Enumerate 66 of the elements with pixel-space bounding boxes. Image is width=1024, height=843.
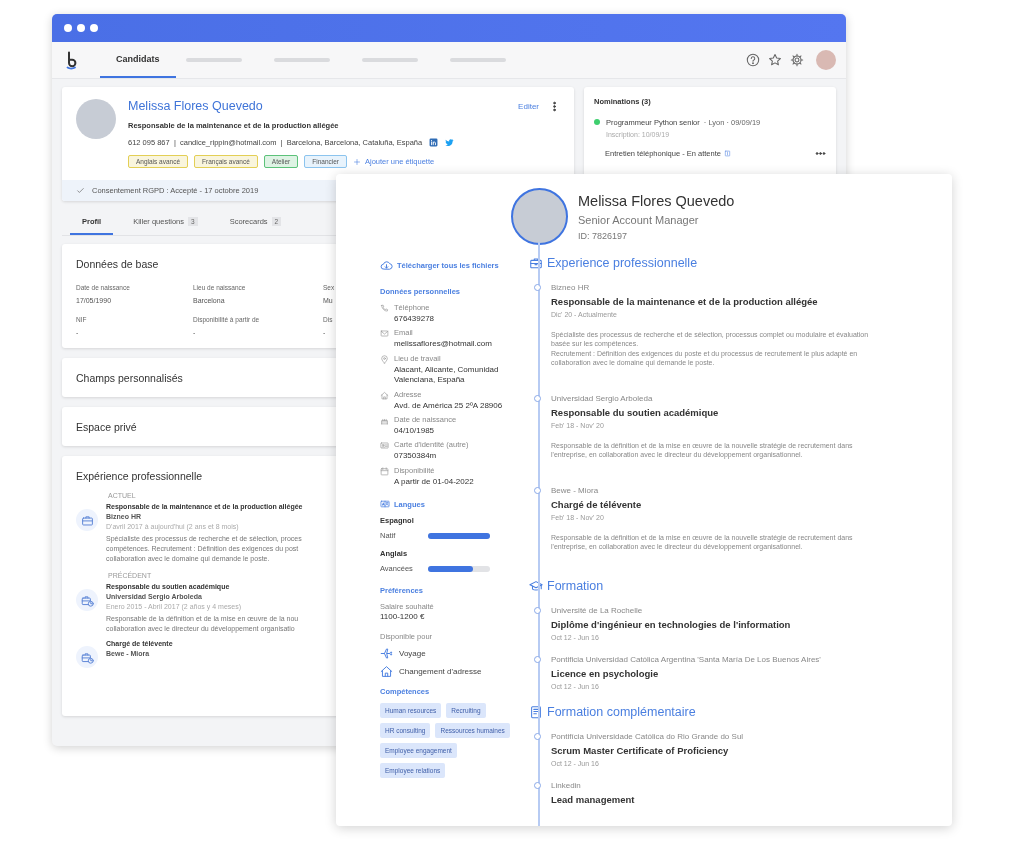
field-value: melissaflores@hotmail.com [394,339,492,350]
id-card-icon [380,441,389,451]
edit-link[interactable]: Editer [518,101,539,111]
window-control-dot[interactable] [64,24,72,32]
preference-option: Voyage [399,648,426,658]
organization-name: Bewe - Miora [551,485,600,495]
timeline-dot [534,732,541,740]
nav-tab[interactable]: Candidats [100,42,176,78]
house-icon [380,390,389,400]
preference-option: Changement d'adresse [399,666,482,676]
field-value: 04/10/1985 [394,425,436,437]
section-title[interactable]: Espace privé [76,421,137,433]
avatar [76,99,116,139]
envelope-icon [380,329,389,339]
timeline-dot [534,486,541,494]
section-title[interactable]: Champs personnalisés [76,372,183,384]
organization-name: Universidad Sergio Arboleda [551,393,654,403]
check-icon [76,186,85,195]
field-value: 676439278 [394,314,435,325]
organization-name: Linkedin [551,780,582,790]
position-title: Lead management [551,793,636,805]
twitter-icon[interactable] [445,138,455,147]
settings-icon[interactable] [790,53,804,67]
plus-icon [352,157,361,166]
section-heading: Formation [547,578,604,593]
house-icon [380,664,393,678]
timeline-dot [534,781,541,789]
field-value: Avd. de América 25 2ºA 28906 [394,400,503,411]
timeline-dot [534,655,541,663]
candidate-name: Melissa Flores Quevedo [578,192,735,209]
candidate-id: ID: 7826197 [578,230,629,241]
section-heading: Experience professionnelle [547,256,698,270]
section-title: Données de base [76,258,159,270]
timeline-dot [534,284,541,291]
timeline-dot [534,606,541,614]
position-title: Responsable du soutien académique [551,406,720,418]
window-control-dot[interactable] [90,24,98,32]
position-title: Responsable de la maintenance et de la production allégée [551,296,819,307]
cloud-download-icon [380,259,393,272]
position-title: Licence en psychologie [551,667,660,679]
window-control-dot[interactable] [77,24,85,32]
field-value: Alacant, Alicante, Comunidad Valenciana, España [394,364,500,386]
linkedin-icon[interactable] [429,138,439,147]
location-pin-icon [380,354,389,364]
airplane-icon [380,646,393,660]
organization-name: Université de La Rochelle [551,605,644,615]
organization-name: Bizneo HR [551,283,591,292]
avatar [511,188,568,245]
organization-name: Pontificia Universidad Católica Argentina 'Santa María De Los Buenos Aires' [551,654,822,664]
position-title: Scrum Master Certificate of Proficiency [551,744,730,756]
calendar-icon [380,466,389,476]
candidate-name: Melissa Flores Quevedo [128,99,263,113]
field-value: 07350384m [394,451,438,462]
field-value: 1100-1200 € [380,612,425,623]
position-title: Diplôme d'ingénieur en technologies de l'information [551,618,792,630]
job-title: Senior Account Manager [578,213,700,226]
language-icon [380,499,390,510]
position-title: Chargé de télévente [551,498,643,510]
help-icon[interactable] [746,53,760,67]
section-title: Expérience professionnelle [76,470,203,482]
timeline-dot [534,394,541,402]
phone-icon [380,304,389,313]
section-heading: Formation complémentaire [547,704,696,719]
star-icon[interactable] [768,53,782,67]
organization-name: Pontifícia Universidade Católica do Rio Grande do Sul [551,731,745,741]
field-value: A partir de 01-04-2022 [394,476,474,488]
